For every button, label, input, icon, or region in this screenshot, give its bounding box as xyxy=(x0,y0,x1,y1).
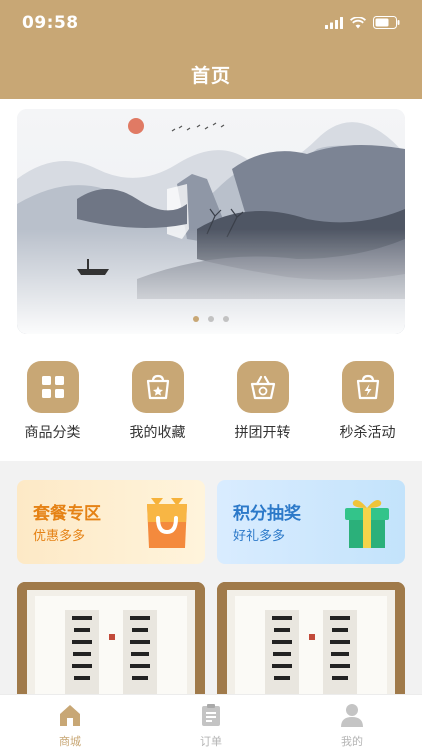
tab-mall[interactable]: 商城 xyxy=(0,703,140,749)
carousel-dot[interactable] xyxy=(208,316,214,322)
quick-link-label: 秒杀活动 xyxy=(339,425,396,441)
promo-card-lottery[interactable]: 积分抽奖 好礼多多 xyxy=(217,480,405,564)
signal-icon xyxy=(325,16,343,29)
quick-link-group-buy[interactable]: 拼团开转 xyxy=(210,361,315,442)
quick-links: 商品分类 我的收藏 拼团开转 秒杀活动 xyxy=(0,361,422,443)
quick-link-label: 拼团开转 xyxy=(234,425,291,441)
favorite-bag-icon xyxy=(131,361,184,413)
tab-label: 我的 xyxy=(341,735,363,748)
quick-link-categories[interactable]: 商品分类 xyxy=(0,361,105,442)
battery-icon xyxy=(373,16,400,29)
tab-label: 订单 xyxy=(200,735,222,748)
quick-link-flash-sale[interactable]: 秒杀活动 xyxy=(315,361,420,442)
quick-link-favorites[interactable]: 我的收藏 xyxy=(105,361,210,442)
bottom-tab-bar: 商城 订单 我的 xyxy=(0,694,422,750)
page-title: 首页 xyxy=(190,65,231,87)
tab-orders[interactable]: 订单 xyxy=(141,703,281,749)
product-card[interactable] xyxy=(217,582,405,694)
shopping-bag-icon xyxy=(147,498,187,548)
banner-image xyxy=(17,109,405,334)
promo-subtitle: 好礼多多 xyxy=(233,529,286,544)
promo-title: 套餐专区 xyxy=(33,504,101,524)
product-card[interactable] xyxy=(17,582,205,694)
group-basket-icon xyxy=(236,361,289,413)
profile-icon xyxy=(341,704,363,727)
status-icons xyxy=(325,16,400,29)
carousel-dots xyxy=(17,316,405,322)
banner-carousel[interactable] xyxy=(17,109,405,334)
carousel-dot[interactable] xyxy=(193,316,199,322)
promo-section: 套餐专区 优惠多多 积分抽奖 好礼多多 xyxy=(0,461,422,694)
app-header: 09:58 首页 xyxy=(0,0,422,99)
grid-icon xyxy=(26,361,79,413)
tab-profile[interactable]: 我的 xyxy=(282,703,422,749)
status-time: 09:58 xyxy=(22,13,79,33)
quick-link-label: 我的收藏 xyxy=(129,425,186,441)
status-bar: 09:58 xyxy=(0,0,422,50)
quick-link-label: 商品分类 xyxy=(24,425,81,441)
home-icon xyxy=(60,705,80,726)
promo-title: 积分抽奖 xyxy=(233,504,301,524)
promo-card-bundle[interactable]: 套餐专区 优惠多多 xyxy=(17,480,205,564)
wifi-icon xyxy=(350,16,366,28)
tab-label: 商城 xyxy=(59,735,81,748)
gift-box-icon xyxy=(345,500,389,548)
carousel-dot[interactable] xyxy=(223,316,229,322)
product-image xyxy=(217,582,405,694)
flash-bag-icon xyxy=(341,361,394,413)
home-content: 商品分类 我的收藏 拼团开转 秒杀活动 套餐专区 优惠多多 积分抽奖 好礼多多 xyxy=(0,99,422,694)
product-image xyxy=(17,582,205,694)
promo-subtitle: 优惠多多 xyxy=(33,529,86,544)
order-icon xyxy=(202,704,220,726)
